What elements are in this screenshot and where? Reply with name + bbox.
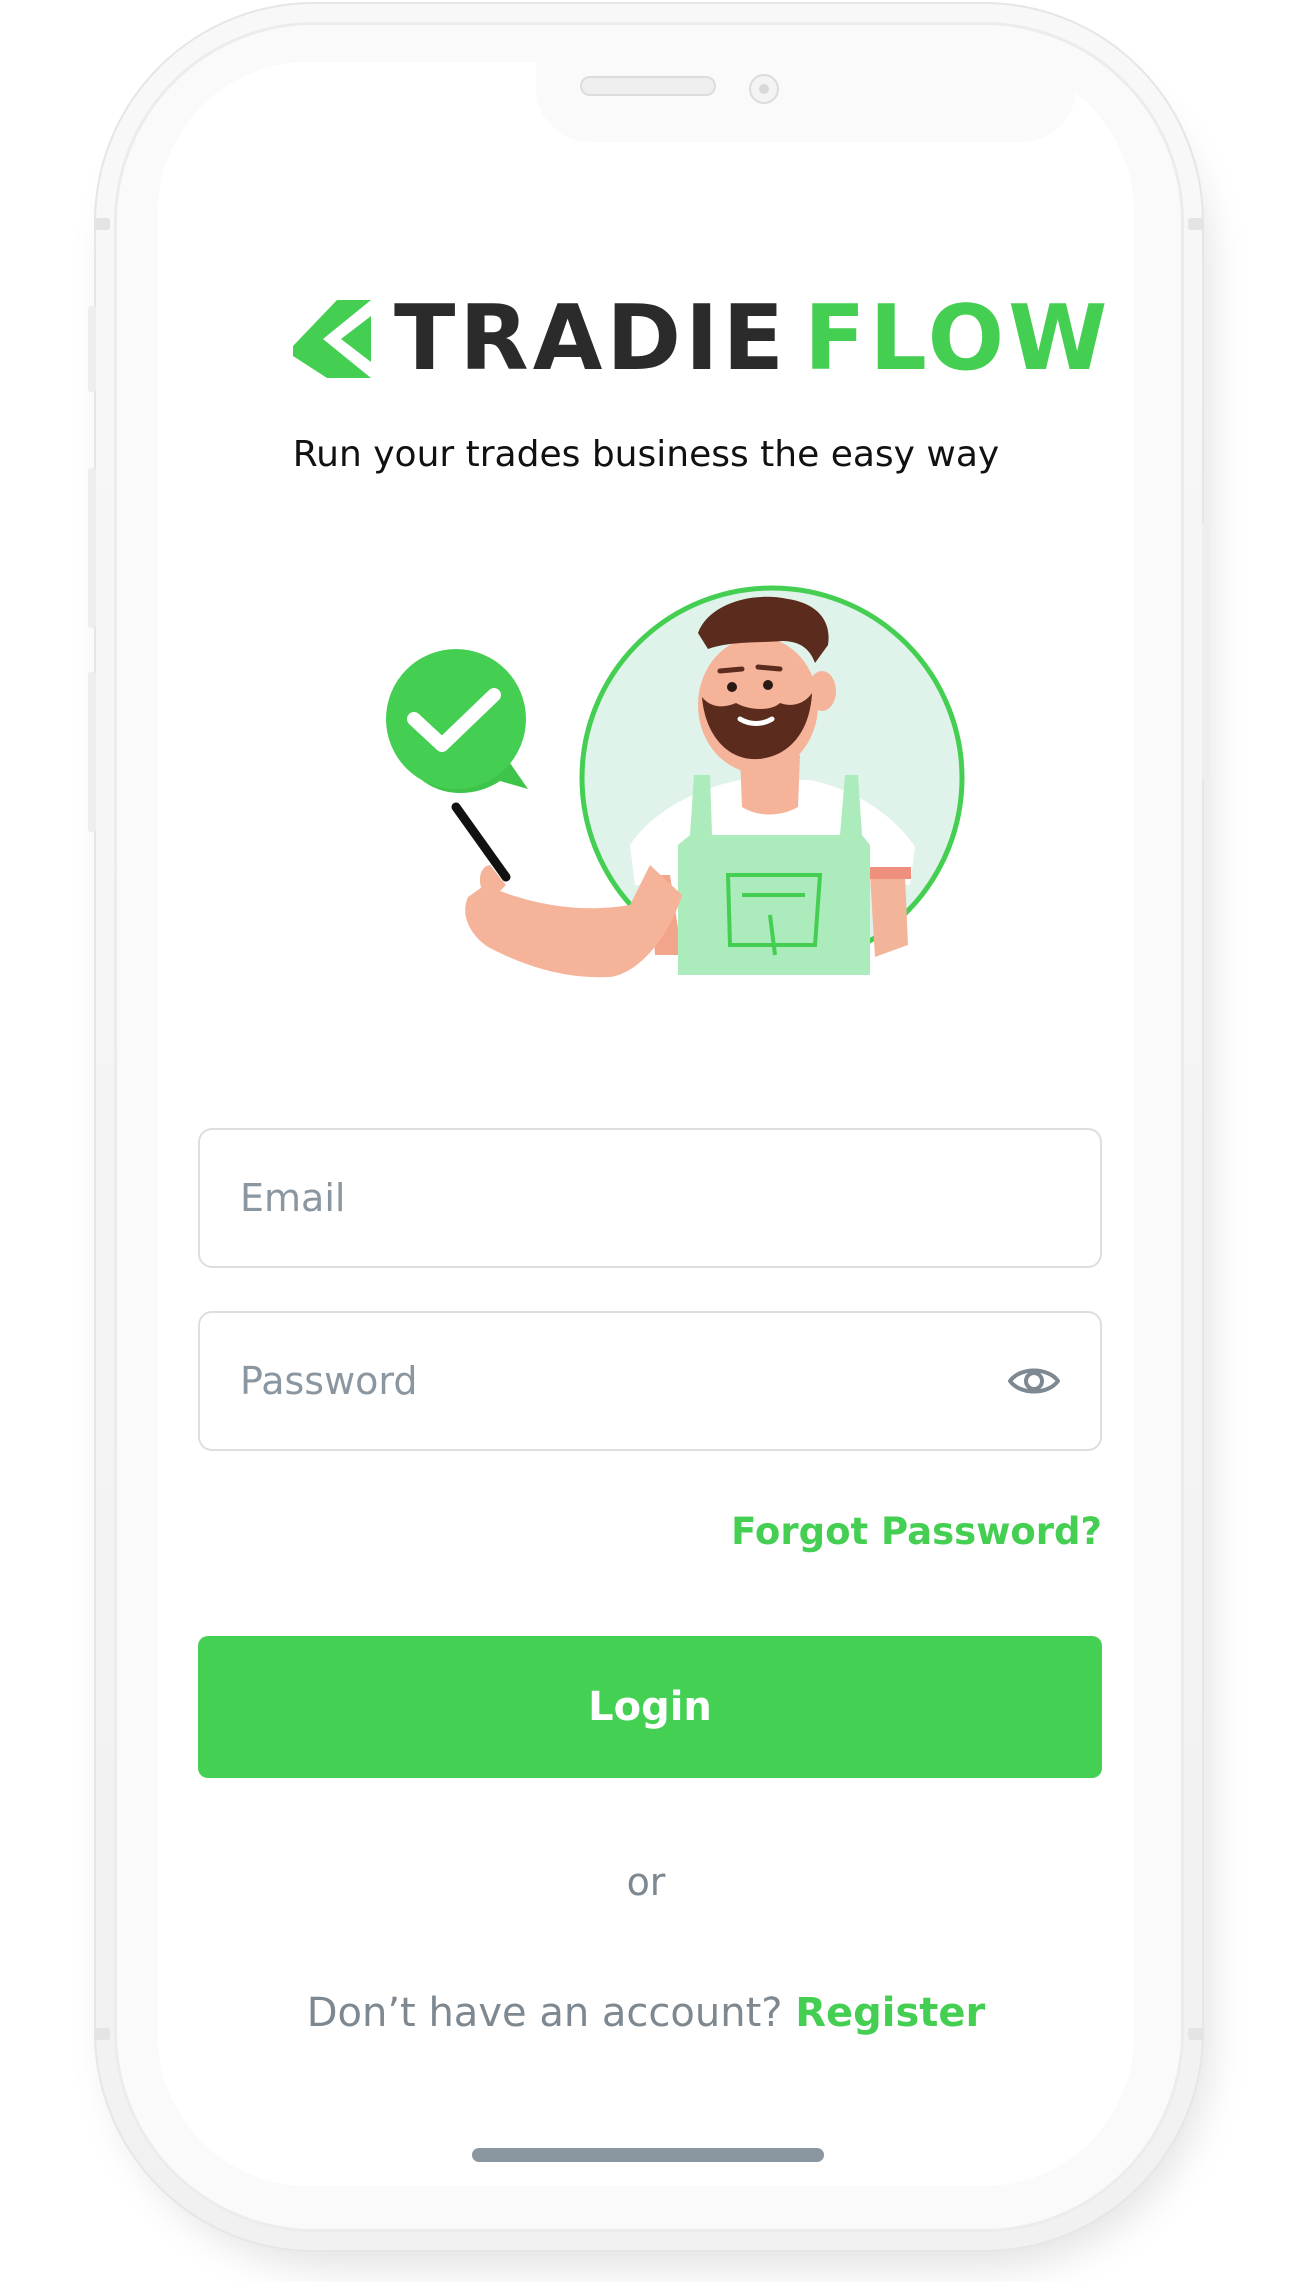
- frame-band-top-left: [94, 218, 110, 230]
- frame-band-bottom-left: [94, 2028, 110, 2040]
- side-button-volume-down: [88, 672, 96, 832]
- tagline: Run your trades business the easy way: [292, 434, 1000, 475]
- or-separator: or: [626, 1860, 666, 1904]
- password-input[interactable]: [200, 1313, 1100, 1449]
- side-button-power: [1202, 522, 1210, 780]
- frame-band-top-right: [1188, 218, 1204, 230]
- login-button[interactable]: Login: [198, 1636, 1102, 1778]
- email-input[interactable]: [200, 1130, 1100, 1266]
- front-camera: [749, 74, 779, 104]
- home-indicator[interactable]: [472, 2148, 824, 2162]
- notch: [536, 62, 1076, 142]
- side-button-mute: [88, 306, 96, 392]
- password-field-container: [198, 1311, 1102, 1451]
- eye-icon[interactable]: [1006, 1359, 1062, 1403]
- hero-illustration: [386, 585, 965, 978]
- brand-wordmark: TRADIE FLOW: [394, 284, 1111, 394]
- email-field-container: [198, 1128, 1102, 1268]
- register-link[interactable]: Register: [795, 1990, 985, 2036]
- forgot-password-link[interactable]: Forgot Password?: [731, 1510, 1102, 1553]
- frame-band-bottom-right: [1188, 2028, 1204, 2040]
- side-button-volume-up: [88, 468, 96, 628]
- brand-name-part1: TRADIE: [394, 286, 789, 391]
- smartphone-icon: [451, 802, 511, 882]
- check-bubble-icon: [386, 649, 528, 793]
- brand-name-part2: FLOW: [804, 286, 1112, 391]
- register-prompt: Don’t have an account?: [306, 1990, 783, 2036]
- register-line: Don’t have an account? Register: [158, 1990, 1134, 2036]
- tradieflow-logo-icon: [293, 300, 371, 378]
- speaker-grille: [580, 76, 716, 96]
